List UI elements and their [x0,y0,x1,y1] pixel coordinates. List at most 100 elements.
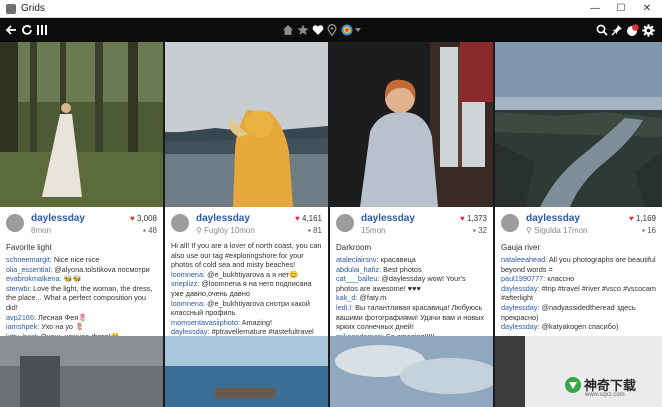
avatar[interactable] [501,214,519,232]
comments-count[interactable]: ▪ 48 [143,226,157,235]
watermark-logo-icon [565,377,581,393]
likes-count[interactable]: ♥ 1,169 [629,214,656,223]
location-pin-icon[interactable] [326,22,338,38]
comment-text: Nice nice nice [51,255,100,264]
post-caption: Gauja river [501,243,541,252]
comment-text: классно [545,274,575,284]
comment-text: Best photos [381,264,422,274]
maximize-button[interactable]: ☐ [610,0,632,18]
comment-row: cat___balleu: @daylessday wow! Your's ph… [336,274,489,293]
comment-username[interactable]: daylessday: [171,327,210,336]
post-time: 10mon [230,226,255,235]
comment-list: schneemargit: Nice nice nice olia_essenti… [6,255,159,341]
search-icon[interactable] [595,22,609,38]
comment-username[interactable]: avp2166: [6,313,36,322]
likes-count[interactable]: ♥ 4,161 [295,214,322,223]
post-username[interactable]: daylessday [526,213,580,224]
comment-username[interactable]: evabrokmalkena: [6,274,62,283]
comment-username[interactable]: ataleclairsnv: [336,255,379,264]
post-3-photo[interactable] [330,42,493,207]
minimize-button[interactable]: — [584,0,606,18]
comment-row: sneplizz: @loomnena я на него подписана … [171,279,324,298]
comment-username[interactable]: daylessday: [501,284,540,293]
comment-text: Hi all! If you are a lover of north coas… [171,241,322,270]
comment-username[interactable]: sterwbi: [6,284,31,293]
star-icon[interactable] [296,22,310,38]
comments-count[interactable]: ▪ 16 [642,226,656,235]
back-arrow-icon[interactable] [4,22,18,38]
refresh-icon[interactable] [20,22,34,38]
comment-row: kak_d: @faty.m [336,293,489,303]
comment-username[interactable]: paul1990777: [501,274,545,283]
comment-icon: ▪ [308,226,311,235]
comments-count[interactable]: ▪ 32 [473,226,487,235]
post-username[interactable]: daylessday [361,213,415,224]
pin-icon[interactable] [610,22,624,38]
comment-row: sterwbi: Love the light, the woman, the … [6,284,159,313]
close-button[interactable]: ✕ [636,0,658,18]
post-time: 17mon [563,226,588,235]
comment-row: ataleclairsnv: красавица [336,255,489,265]
grid-columns-icon[interactable] [36,22,48,38]
account-icon[interactable] [340,22,354,38]
likes-count[interactable]: ♥ 1,373 [460,214,487,223]
comments-count[interactable]: ▪ 81 [308,226,322,235]
comment-row: evabrokmalkena: 🐝🐝 [6,274,159,284]
comment-text: 🐝🐝 [61,274,82,284]
heart-icon: ♥ [459,214,465,223]
comment-username[interactable]: daylessday: [501,303,540,312]
comment-row: avp2166: Лесная Фея🌷 [6,313,159,323]
notifications-icon[interactable] [625,22,639,38]
heart-icon: ♥ [129,214,135,223]
comment-username[interactable]: loomnena: [171,299,205,308]
comment-row: momsentavasiiphoto: Amazing! [171,318,324,328]
comment-username[interactable]: ledi.l: [336,303,353,312]
comment-row: daylessday: @nadyassidedtheread здесь пр… [501,303,658,322]
comment-username[interactable]: iamshpek: [6,322,39,331]
comment-username[interactable]: momsentavasiiphoto: [171,318,240,327]
comment-text: @faty.m [357,293,387,303]
avatar[interactable] [171,214,189,232]
likes-value: 1,169 [635,214,656,223]
post-7-photo[interactable] [330,336,493,407]
comment-username[interactable]: sneplizz: [171,279,199,288]
likes-count[interactable]: ♥ 3,008 [130,214,157,223]
location-pin-icon: ⚲ [196,226,202,235]
comment-icon: ▪ [143,226,146,235]
heart-icon[interactable] [311,22,325,38]
comment-username[interactable]: nataleeahead: [501,255,547,264]
comment-text: #ptravellernature #tastefultravel [209,327,314,337]
likes-value: 3,008 [136,214,157,223]
avatar[interactable] [6,214,24,232]
comment-icon: ▪ [473,226,476,235]
post-6-photo[interactable] [165,336,328,407]
comment-username[interactable]: loomnena: [171,270,205,279]
gear-icon[interactable] [641,22,655,38]
post-4-photo[interactable] [495,42,662,207]
comment-username[interactable]: schneemargit: [6,255,52,264]
home-icon[interactable] [281,22,295,38]
window-title: Grids [21,3,45,14]
comment-username[interactable]: abdulai_hafiz: [336,265,381,274]
comment-row: abdulai_hafiz: Best photos [336,265,489,275]
post-username[interactable]: daylessday [31,213,85,224]
comment-row: olia_essential: @alyona.tolstikova посмо… [6,265,159,275]
comment-username[interactable]: kak_d: [336,293,358,302]
dropdown-caret-icon[interactable] [354,22,362,38]
location-text[interactable]: Fuglóy [204,226,228,235]
comment-row: daylessday: @katyakogen спасибо) [501,322,658,332]
app-icon [6,4,16,14]
comment-row: schneemargit: Nice nice nice [6,255,159,265]
likes-value: 1,373 [466,214,487,223]
post-1-photo[interactable] [0,42,163,207]
avatar[interactable] [336,214,354,232]
comment-text: Лесная Фея🌷 [36,312,88,322]
comment-row: Hi all! If you are a lover of north coas… [171,241,324,270]
post-5-photo[interactable] [0,336,163,407]
comment-username[interactable]: daylessday: [501,322,540,331]
comment-username[interactable]: cat___balleu: [336,274,379,283]
post-username[interactable]: daylessday [196,213,250,224]
post-2-photo[interactable] [165,42,328,207]
comment-username[interactable]: olia_essential: [6,265,52,274]
location-text[interactable]: Sigulda [534,226,561,235]
